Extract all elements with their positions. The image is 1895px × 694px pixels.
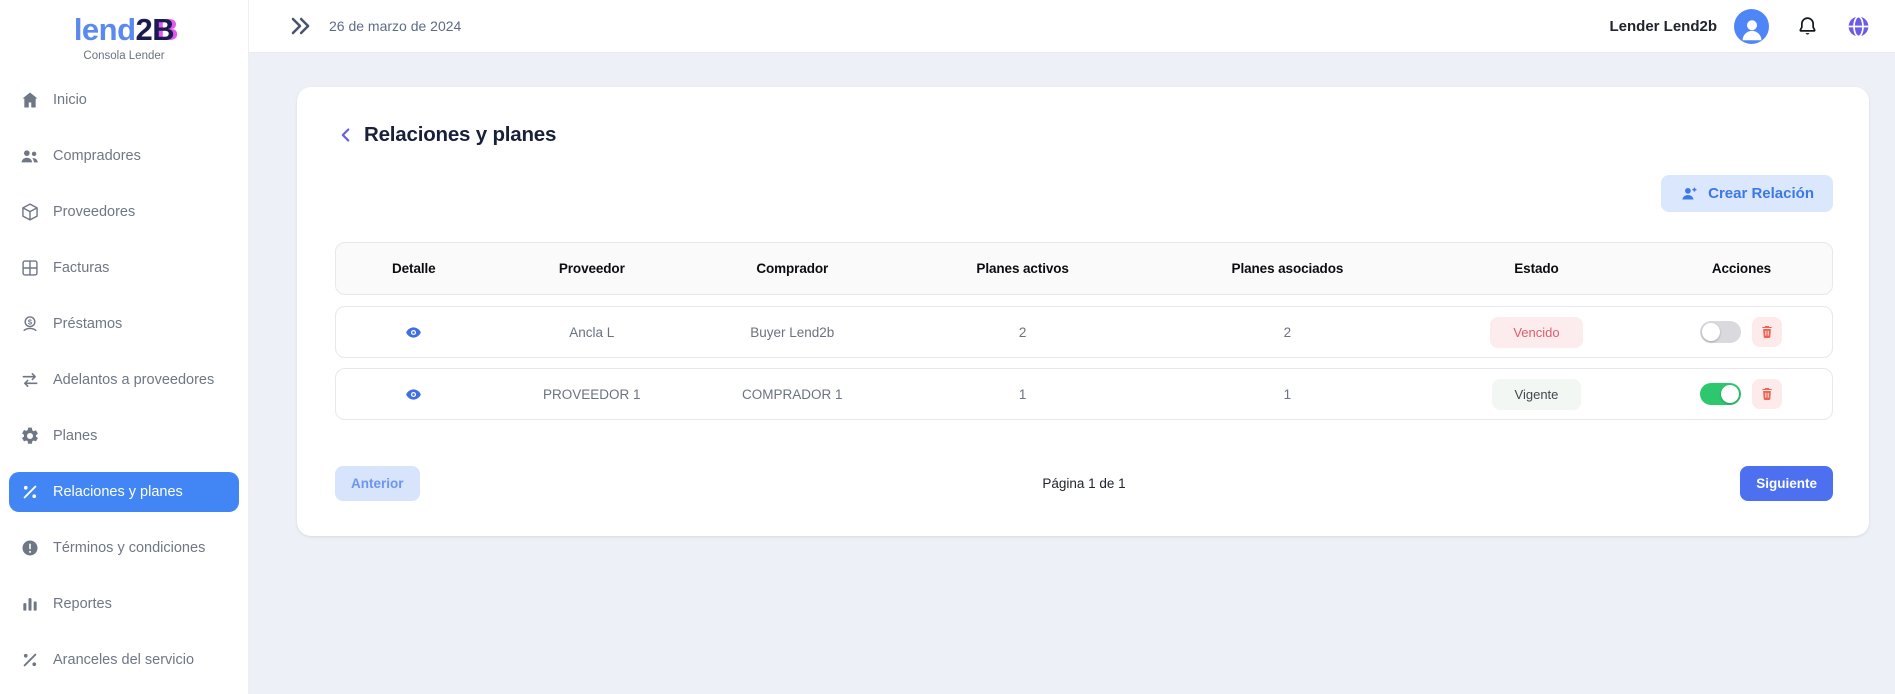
toggle-knob — [1702, 323, 1720, 341]
table-cell-comprador: Buyer Lend2b — [692, 325, 892, 340]
brand-subtitle: Consola Lender — [0, 50, 248, 62]
table-cell-proveedor: Ancla L — [492, 325, 692, 340]
page-title: Relaciones y planes — [364, 123, 556, 147]
sidebar-item-label: Reportes — [53, 596, 112, 612]
table-cell-detalle — [336, 324, 492, 341]
home-icon — [20, 90, 40, 110]
table-row: Ancla L Buyer Lend2b 2 2 Vencido — [335, 306, 1833, 358]
table-cell-estado: Vigente — [1422, 379, 1651, 410]
content-card: Relaciones y planes Crear Relación Detal… — [297, 87, 1869, 536]
globe-icon[interactable] — [1846, 14, 1871, 39]
title-row: Relaciones y planes — [335, 117, 1833, 153]
brand-logo: lend2B — [0, 12, 248, 48]
sidebar-item-label: Adelantos a proveedores — [53, 372, 214, 388]
table-header: Detalle Proveedor Comprador Planes activ… — [335, 242, 1833, 295]
svg-text:$: $ — [28, 317, 33, 326]
current-date: 26 de marzo de 2024 — [329, 18, 461, 34]
delete-button[interactable] — [1752, 317, 1782, 347]
bell-icon[interactable] — [1796, 15, 1819, 38]
brand: lend2B Consola Lender — [0, 0, 248, 62]
sidebar-item-inicio[interactable]: Inicio — [9, 80, 239, 120]
trash-icon — [1759, 324, 1775, 340]
sidebar-item-aranceles[interactable]: Aranceles del servicio — [9, 640, 239, 680]
sidebar-item-label: Aranceles del servicio — [53, 652, 194, 668]
suppliers-icon — [20, 202, 40, 222]
toggle-knob — [1721, 385, 1739, 403]
pagination: Anterior Página 1 de 1 Siguiente — [335, 466, 1833, 501]
loans-icon: $ — [20, 314, 40, 334]
page-indicator: Página 1 de 1 — [335, 476, 1833, 491]
table-cell-planes-asociados: 1 — [1153, 387, 1422, 402]
relations-table: Detalle Proveedor Comprador Planes activ… — [335, 242, 1833, 420]
column-header-estado: Estado — [1422, 261, 1651, 276]
sidebar: lend2B Consola Lender Inicio Compradores… — [0, 0, 249, 694]
sidebar-item-terminos[interactable]: Términos y condiciones — [9, 528, 239, 568]
status-badge: Vencido — [1490, 317, 1582, 348]
table-cell-proveedor: PROVEEDOR 1 — [492, 387, 692, 402]
table-cell-detalle — [336, 386, 492, 403]
percent-icon — [20, 650, 40, 670]
create-relation-button[interactable]: Crear Relación — [1661, 175, 1833, 212]
user-name: Lender Lend2b — [1609, 18, 1717, 35]
column-header-proveedor: Proveedor — [492, 261, 692, 276]
double-chevron-right-icon[interactable] — [287, 13, 313, 39]
exclamation-circle-icon — [20, 538, 40, 558]
bar-chart-icon — [20, 594, 40, 614]
table-cell-planes-activos: 2 — [892, 325, 1152, 340]
main-area: Relaciones y planes Crear Relación Detal… — [249, 53, 1895, 694]
active-toggle[interactable] — [1700, 383, 1741, 405]
sidebar-item-label: Términos y condiciones — [53, 540, 205, 556]
column-header-comprador: Comprador — [692, 261, 892, 276]
column-header-acciones: Acciones — [1651, 261, 1832, 276]
sidebar-item-planes[interactable]: Planes — [9, 416, 239, 456]
eye-icon[interactable] — [405, 386, 422, 403]
sidebar-item-relaciones-y-planes[interactable]: Relaciones y planes — [9, 472, 239, 512]
sidebar-item-proveedores[interactable]: Proveedores — [9, 192, 239, 232]
table-cell-comprador: COMPRADOR 1 — [692, 387, 892, 402]
sidebar-item-label: Relaciones y planes — [53, 484, 183, 500]
sidebar-item-label: Inicio — [53, 92, 87, 108]
sidebar-item-prestamos[interactable]: $ Préstamos — [9, 304, 239, 344]
sidebar-item-label: Facturas — [53, 260, 109, 276]
brand-logo-text: lend — [74, 12, 136, 47]
table-row: PROVEEDOR 1 COMPRADOR 1 1 1 Vigente — [335, 368, 1833, 420]
sidebar-item-facturas[interactable]: Facturas — [9, 248, 239, 288]
topbar: 26 de marzo de 2024 Lender Lend2b — [249, 0, 1895, 53]
sidebar-item-adelantos[interactable]: Adelantos a proveedores — [9, 360, 239, 400]
toolbar-row: Crear Relación — [335, 175, 1833, 212]
sidebar-nav: Inicio Compradores Proveedores Facturas … — [0, 80, 248, 680]
column-header-planes-activos: Planes activos — [892, 261, 1152, 276]
sidebar-item-label: Préstamos — [53, 316, 122, 332]
gear-icon — [20, 426, 40, 446]
column-header-detalle: Detalle — [336, 261, 492, 276]
table-cell-estado: Vencido — [1422, 317, 1651, 348]
table-cell-acciones — [1651, 379, 1832, 409]
trash-icon — [1759, 386, 1775, 402]
table-cell-planes-activos: 1 — [892, 387, 1152, 402]
sidebar-item-reportes[interactable]: Reportes — [9, 584, 239, 624]
sidebar-item-compradores[interactable]: Compradores — [9, 136, 239, 176]
column-header-planes-asociados: Planes asociados — [1153, 261, 1422, 276]
chevron-left-icon[interactable] — [335, 124, 357, 146]
avatar[interactable] — [1734, 9, 1769, 44]
buyers-icon — [20, 146, 40, 166]
table-cell-planes-asociados: 2 — [1153, 325, 1422, 340]
person-plus-icon — [1680, 184, 1699, 203]
create-relation-label: Crear Relación — [1708, 185, 1814, 202]
active-toggle[interactable] — [1700, 321, 1741, 343]
sidebar-item-label: Planes — [53, 428, 97, 444]
sidebar-item-label: Proveedores — [53, 204, 135, 220]
delete-button[interactable] — [1752, 379, 1782, 409]
transfers-icon — [20, 370, 40, 390]
table-cell-acciones — [1651, 317, 1832, 347]
invoices-icon — [20, 258, 40, 278]
eye-icon[interactable] — [405, 324, 422, 341]
sidebar-item-label: Compradores — [53, 148, 141, 164]
percent-icon — [20, 482, 40, 502]
status-badge: Vigente — [1492, 379, 1582, 410]
